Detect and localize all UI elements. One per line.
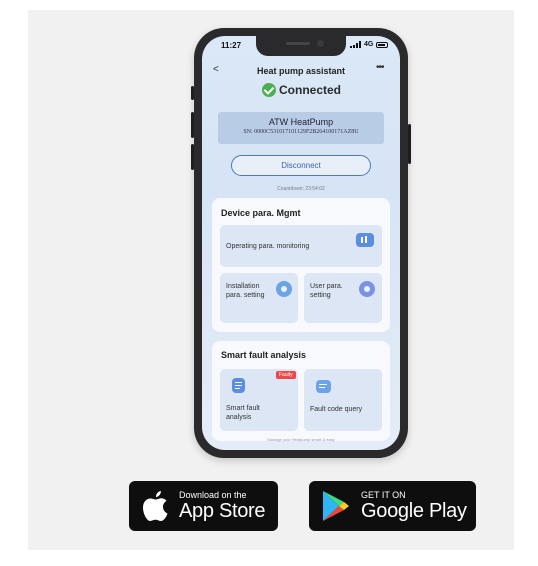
fault-analysis-title: Smart fault analysis [221, 350, 307, 360]
mute-switch [191, 86, 194, 100]
app-store-big-text: App Store [179, 499, 266, 522]
more-options-button[interactable]: ••• [376, 62, 384, 73]
fault-code-query-tile[interactable]: Fault code query [304, 369, 382, 431]
smart-fault-label: Smart fault analysis [226, 405, 260, 421]
google-play-logo-icon [323, 491, 349, 521]
check-circle-icon [262, 83, 276, 97]
user-setting-label: User para. setting [310, 283, 343, 299]
footer-hint: Manage your Heatpump smart & easy [267, 437, 335, 442]
installation-setting-label: Installation para. setting [226, 283, 265, 299]
signal-icon [350, 41, 361, 48]
user-setting-tile[interactable]: User para. setting [304, 273, 382, 323]
operating-monitoring-label: Operating para. monitoring [226, 243, 310, 250]
power-button [408, 124, 411, 164]
status-indicators: 4G [350, 41, 389, 48]
device-mgmt-title: Device para. Mgmt [221, 208, 301, 218]
google-play-small-text: GET IT ON [361, 489, 406, 500]
page-title: Heat pump assistant [256, 66, 346, 76]
app-store-badge[interactable]: Download on the App Store [129, 481, 278, 531]
connection-status-label: Connected [279, 83, 342, 97]
install-gear-icon [276, 281, 292, 297]
speaker-grille [286, 42, 310, 45]
installation-setting-tile[interactable]: Installation para. setting [220, 273, 298, 323]
front-camera [317, 40, 324, 47]
user-gear-icon [359, 281, 375, 297]
document-icon [232, 378, 245, 393]
faulty-badge: Faulty [276, 371, 296, 379]
fault-analysis-card: Smart fault analysis Smart fault analysi… [212, 341, 390, 441]
monitor-icon [356, 233, 374, 247]
operating-monitoring-tile[interactable]: Operating para. monitoring [220, 225, 382, 267]
countdown-timer: Countdown: 23:54:02 [277, 186, 325, 192]
volume-up-button [191, 112, 194, 138]
volume-down-button [191, 144, 194, 170]
device-serial: SN: 0000C531017101129F2B264100171AZ8U [243, 129, 359, 135]
back-button[interactable]: < [213, 64, 219, 75]
network-type: 4G [364, 41, 374, 48]
device-name: ATW HeatPump [268, 117, 334, 127]
connection-status: Connected [262, 83, 341, 97]
google-play-big-text: Google Play [361, 499, 467, 522]
fault-code-query-label: Fault code query [310, 406, 363, 413]
google-play-badge[interactable]: GET IT ON Google Play [309, 481, 476, 531]
app-store-small-text: Download on the [179, 489, 247, 500]
device-mgmt-card: Device para. Mgmt Operating para. monito… [212, 198, 390, 332]
battery-icon [376, 41, 389, 48]
search-list-icon [316, 380, 331, 393]
status-time: 11:27 [221, 41, 242, 50]
apple-logo-icon [143, 491, 168, 521]
device-info-box: ATW HeatPump SN: 0000C531017101129F2B264… [218, 112, 384, 144]
phone-notch [256, 36, 346, 56]
disconnect-button[interactable]: Disconnect [231, 155, 371, 176]
